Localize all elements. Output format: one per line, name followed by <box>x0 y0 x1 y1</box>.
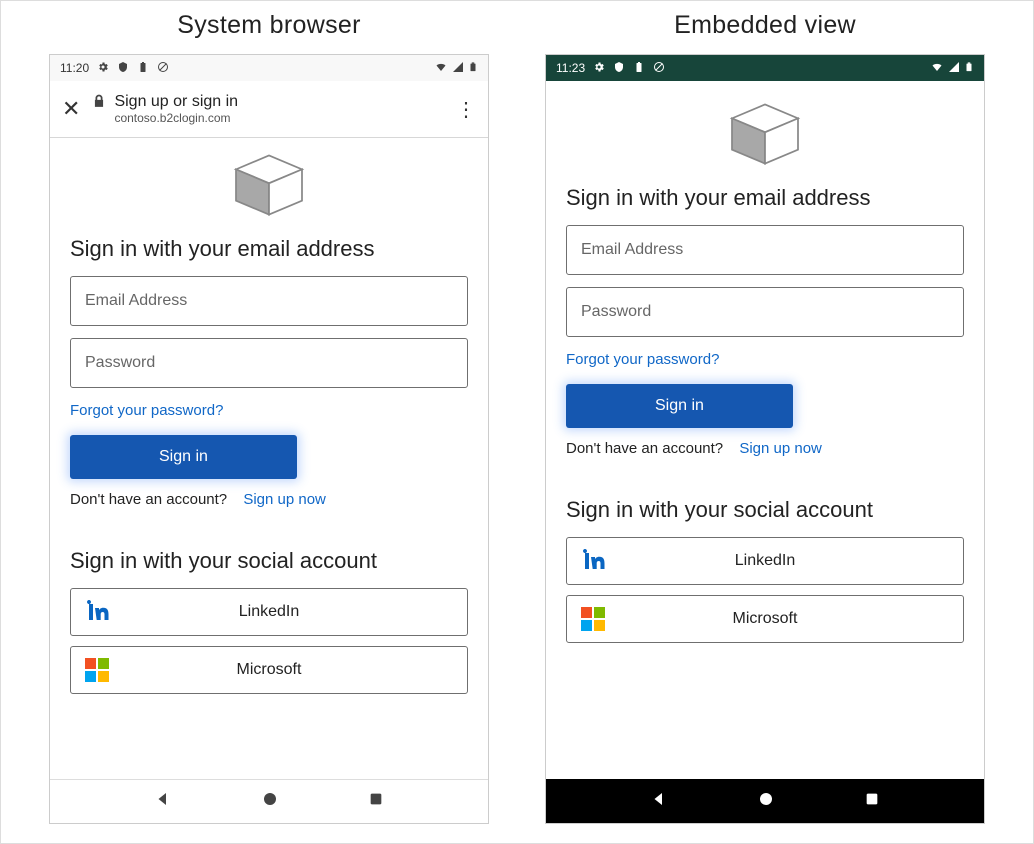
signin-heading: Sign in with your email address <box>70 236 468 262</box>
microsoft-label: Microsoft <box>609 610 949 628</box>
signin-content: Sign in with your email address Forgot y… <box>50 138 488 779</box>
page-domain: contoso.b2clogin.com <box>114 111 238 125</box>
microsoft-icon <box>85 658 113 682</box>
password-field[interactable] <box>70 338 468 388</box>
left-column-title: System browser <box>177 11 360 40</box>
status-bar: 11:20 <box>50 55 488 81</box>
browser-address-bar: ✕ Sign up or sign in contoso.b2clogin.co… <box>50 81 488 138</box>
signin-button[interactable]: Sign in <box>566 384 793 428</box>
lock-icon <box>92 94 106 113</box>
page-title: Sign up or sign in <box>114 92 238 111</box>
signup-link[interactable]: Sign up now <box>739 440 822 457</box>
right-column-title: Embedded view <box>674 11 856 40</box>
linkedin-icon <box>85 600 113 624</box>
app-logo <box>566 101 964 167</box>
signup-link[interactable]: Sign up now <box>243 491 326 508</box>
no-icon <box>653 61 665 76</box>
linkedin-button[interactable]: LinkedIn <box>566 537 964 585</box>
phone-system-browser: 11:20 ✕ Sign up or sign in contoso.b2clo… <box>49 54 489 824</box>
home-icon[interactable] <box>261 790 279 813</box>
microsoft-icon <box>581 607 609 631</box>
recents-icon[interactable] <box>864 791 880 812</box>
status-time: 11:23 <box>556 61 585 75</box>
social-heading: Sign in with your social account <box>70 548 468 574</box>
android-nav-bar <box>50 779 488 823</box>
android-nav-bar <box>546 779 984 823</box>
back-icon[interactable] <box>650 790 668 813</box>
signal-icon <box>452 61 464 76</box>
signin-heading: Sign in with your email address <box>566 185 964 211</box>
menu-icon[interactable]: ⋮ <box>456 97 476 122</box>
signin-content: Sign in with your email address Forgot y… <box>546 81 984 779</box>
no-icon <box>157 61 169 76</box>
signal-icon <box>948 61 960 76</box>
signup-row: Don't have an account? Sign up now <box>70 491 468 508</box>
status-bar: 11:23 <box>546 55 984 81</box>
app-logo <box>70 152 468 218</box>
shield-icon <box>613 61 625 76</box>
microsoft-button[interactable]: Microsoft <box>566 595 964 643</box>
email-field[interactable] <box>70 276 468 326</box>
battery-icon <box>137 61 149 76</box>
linkedin-label: LinkedIn <box>609 552 949 570</box>
battery-full-icon <box>468 60 478 77</box>
shield-icon <box>117 61 129 76</box>
linkedin-button[interactable]: LinkedIn <box>70 588 468 636</box>
back-icon[interactable] <box>154 790 172 813</box>
wifi-icon <box>434 61 448 76</box>
linkedin-icon <box>581 549 609 573</box>
status-time: 11:20 <box>60 61 89 75</box>
forgot-password-link[interactable]: Forgot your password? <box>70 402 468 419</box>
cube-icon <box>225 152 313 218</box>
no-account-text: Don't have an account? <box>566 440 723 457</box>
linkedin-label: LinkedIn <box>113 603 453 621</box>
no-account-text: Don't have an account? <box>70 491 227 508</box>
battery-icon <box>633 61 645 76</box>
forgot-password-link[interactable]: Forgot your password? <box>566 351 964 368</box>
phone-embedded-view: 11:23 Sign in with your email address Fo… <box>545 54 985 824</box>
signin-button[interactable]: Sign in <box>70 435 297 479</box>
email-field[interactable] <box>566 225 964 275</box>
microsoft-label: Microsoft <box>113 661 453 679</box>
settings-icon <box>97 61 109 76</box>
social-heading: Sign in with your social account <box>566 497 964 523</box>
home-icon[interactable] <box>757 790 775 813</box>
settings-icon <box>593 61 605 76</box>
signup-row: Don't have an account? Sign up now <box>566 440 964 457</box>
recents-icon[interactable] <box>368 791 384 812</box>
microsoft-button[interactable]: Microsoft <box>70 646 468 694</box>
close-icon[interactable]: ✕ <box>62 96 80 122</box>
wifi-icon <box>930 61 944 76</box>
battery-full-icon <box>964 60 974 77</box>
password-field[interactable] <box>566 287 964 337</box>
cube-icon <box>721 101 809 167</box>
